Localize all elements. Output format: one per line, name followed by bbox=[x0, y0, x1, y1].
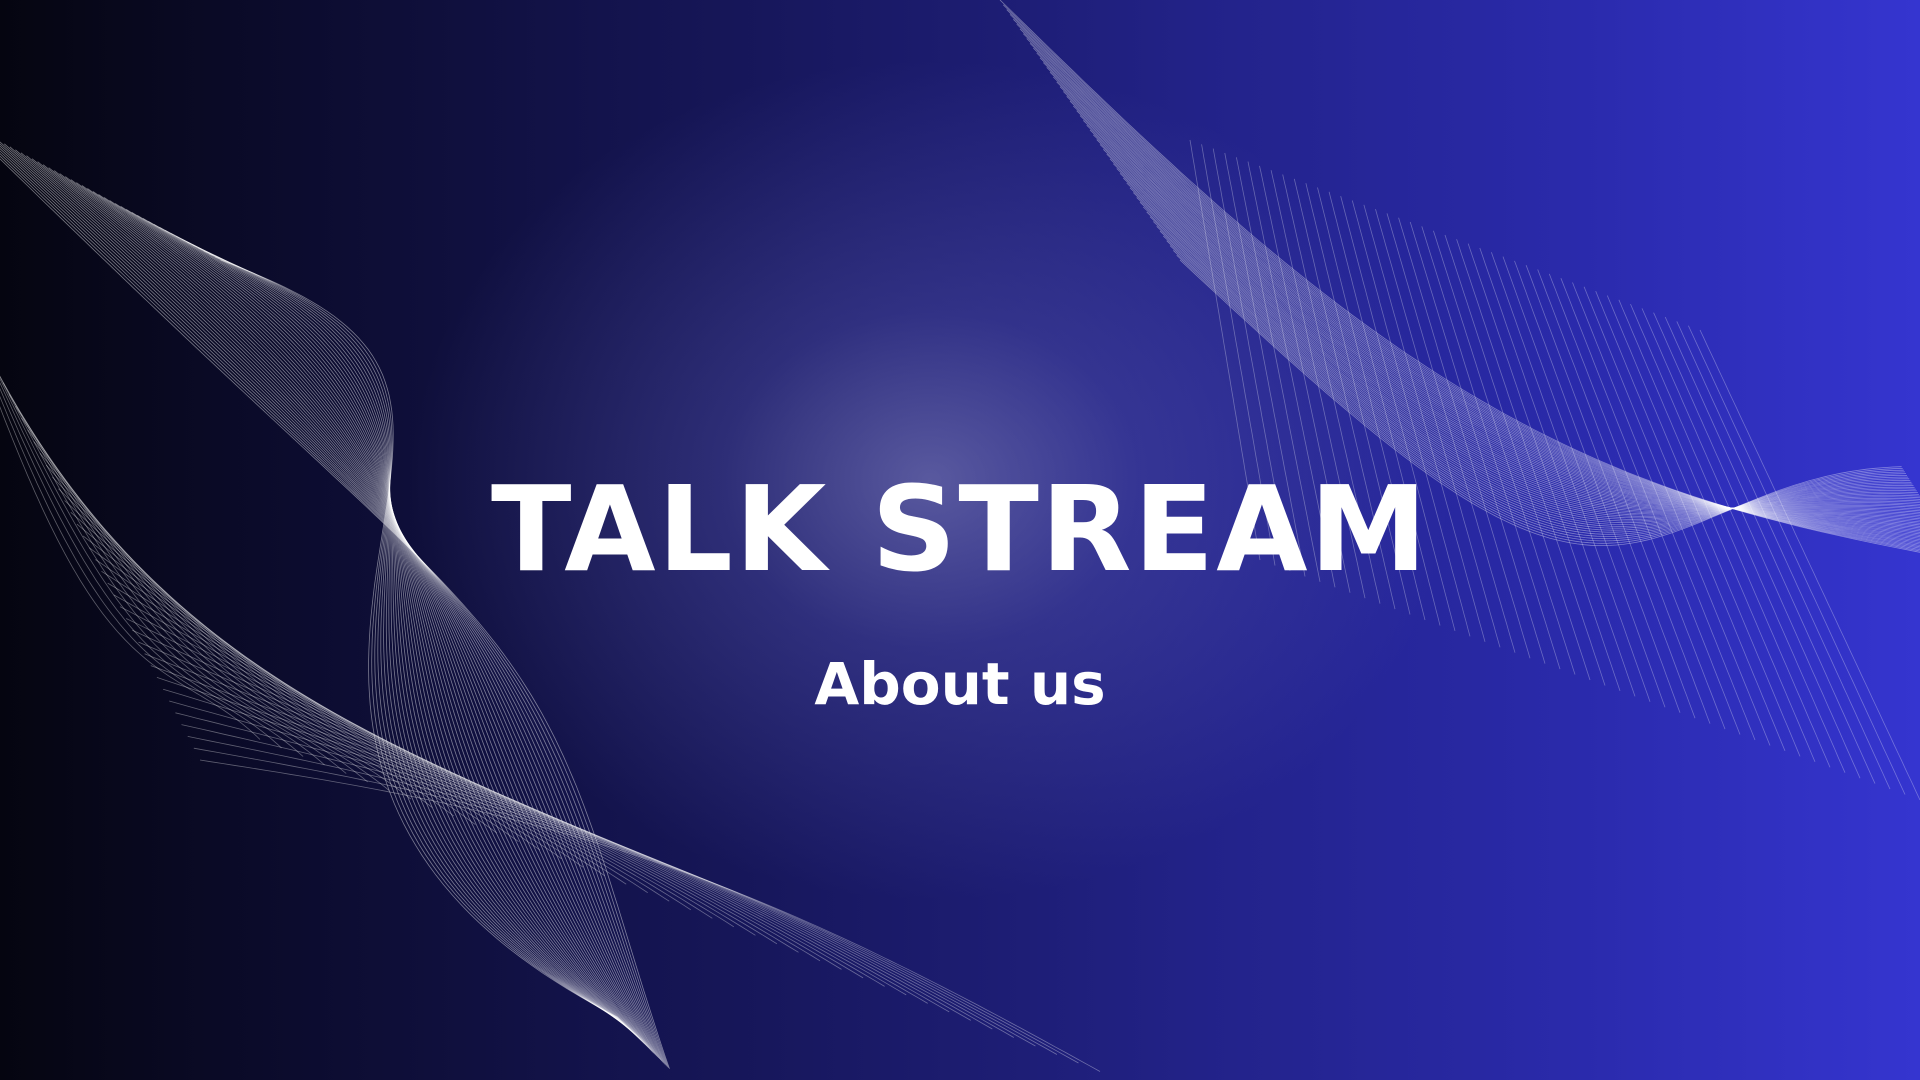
slide-canvas: TALK STREAM About us bbox=[0, 0, 1920, 1080]
wave-line bbox=[1086, 124, 1920, 515]
page-subtitle: About us bbox=[814, 650, 1106, 718]
wave-line bbox=[1076, 110, 1920, 520]
title-block: TALK STREAM bbox=[0, 470, 1920, 588]
wave-line bbox=[1106, 153, 1920, 510]
wave-line bbox=[1103, 149, 1920, 510]
page-title: TALK STREAM bbox=[490, 460, 1430, 598]
wave-line bbox=[1093, 134, 1920, 512]
